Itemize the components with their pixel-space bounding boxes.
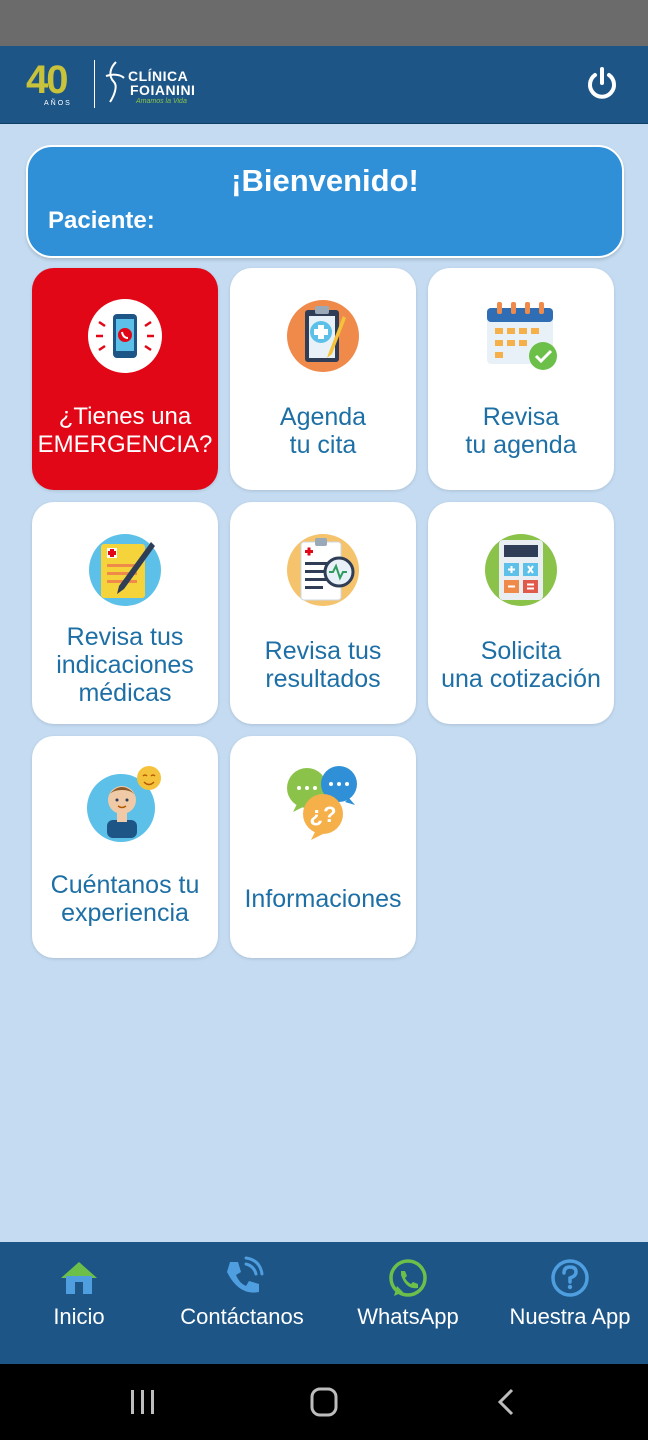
welcome-title: ¡Bienvenido! — [231, 163, 419, 198]
tile-label: Solicita una cotización — [441, 637, 601, 693]
tile-label: Informaciones — [244, 885, 402, 913]
nav-contact[interactable]: Contáctanos — [168, 1256, 316, 1352]
logo-brand-line2: FOIANINI — [130, 82, 196, 98]
check-schedule-tile[interactable]: Revisa tu agenda — [428, 268, 614, 490]
emergency-tile[interactable]: ¿Tienes una EMERGENCIA? — [32, 268, 218, 490]
tile-label: Agenda tu cita — [279, 403, 367, 459]
tile-label: Revisa tus indicaciones médicas — [56, 623, 194, 707]
logo-divider — [94, 60, 95, 108]
book-appointment-tile[interactable]: Agenda tu cita — [230, 268, 416, 490]
nav-our-app-label: Nuestra App — [509, 1304, 631, 1329]
help-icon — [551, 1259, 589, 1297]
calculator-icon — [485, 534, 557, 606]
medical-instructions-tile[interactable]: Revisa tus indicaciones médicas — [32, 502, 218, 724]
app-header: 40 AÑOS CLÍNICA FOIANINI Amamos la Vida — [0, 46, 648, 124]
results-tile[interactable]: Revisa tus resultados — [230, 502, 416, 724]
nav-contact-label: Contáctanos — [180, 1304, 304, 1329]
phone-icon — [227, 1256, 264, 1293]
tile-label: Cuéntanos tu experiencia — [50, 871, 200, 927]
logo-years-label: AÑOS — [44, 100, 72, 107]
nav-whatsapp-label: WhatsApp — [357, 1304, 459, 1329]
back-icon[interactable] — [486, 1386, 526, 1418]
bottom-nav: Inicio Contáctanos WhatsApp Nuestra App — [0, 1242, 648, 1364]
home-system-icon[interactable] — [304, 1386, 344, 1418]
feedback-tile[interactable]: Cuéntanos tu experiencia — [32, 736, 218, 958]
nav-home[interactable]: Inicio — [34, 1256, 124, 1352]
whatsapp-icon — [389, 1259, 427, 1297]
recent-apps-icon[interactable] — [123, 1386, 163, 1418]
home-icon — [61, 1262, 97, 1294]
android-system-nav — [0, 1364, 648, 1440]
power-icon[interactable] — [582, 64, 622, 104]
logo-mark-icon — [105, 61, 125, 103]
logo-tagline: Amamos la Vida — [136, 98, 187, 105]
calendar-icon — [487, 302, 557, 370]
welcome-card: ¡Bienvenido! Paciente: — [26, 145, 624, 258]
nav-whatsapp[interactable]: WhatsApp — [348, 1256, 468, 1352]
logo-40-years: 40 — [26, 58, 68, 102]
tile-label: ¿Tienes una EMERGENCIA? — [37, 403, 213, 458]
tile-label: Revisa tus resultados — [264, 637, 382, 693]
clinic-logo: 40 AÑOS CLÍNICA FOIANINI Amamos la Vida — [26, 56, 216, 114]
svg-text:¿?: ¿? — [310, 802, 337, 827]
patient-label: Paciente: — [48, 207, 155, 234]
logo-brand-name: CLÍNICA FOIANINI — [128, 69, 195, 97]
chat-bubbles-icon: ¿? — [287, 766, 357, 840]
prescription-icon — [89, 534, 161, 606]
status-bar — [0, 0, 648, 46]
information-tile[interactable]: ¿? Informaciones — [230, 736, 416, 958]
clipboard-icon — [287, 300, 359, 372]
quote-tile[interactable]: Solicita una cotización — [428, 502, 614, 724]
nav-our-app[interactable]: Nuestra App — [500, 1256, 640, 1352]
tile-label: Revisa tu agenda — [465, 403, 577, 459]
feedback-person-icon — [87, 766, 161, 842]
lab-results-icon — [287, 534, 359, 606]
emergency-phone-icon — [88, 299, 162, 373]
nav-home-label: Inicio — [53, 1304, 105, 1329]
